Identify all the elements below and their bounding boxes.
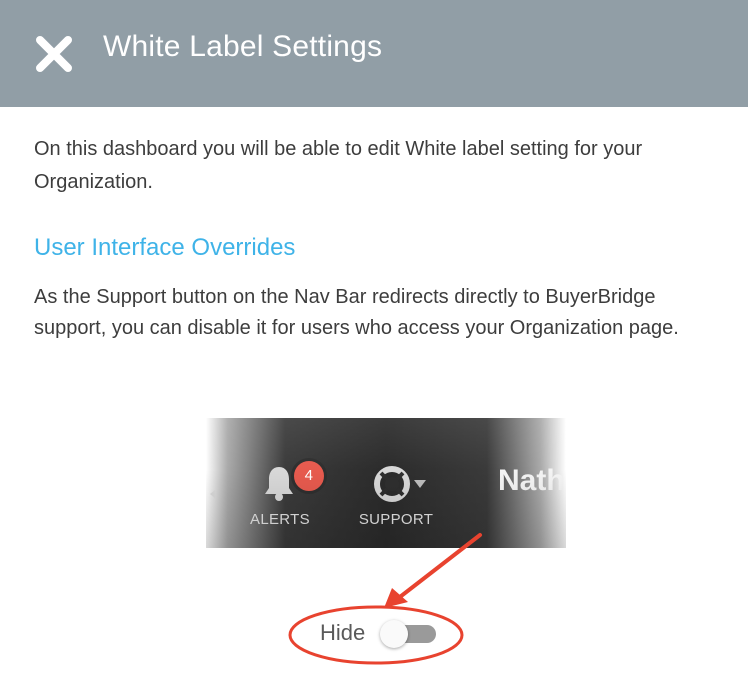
alerts-label: ALERTS [250,511,310,528]
modal-title: White Label Settings [103,30,383,63]
intro-text: On this dashboard you will be able to ed… [34,138,643,193]
section-description: As the Support button on the Nav Bar red… [34,286,679,339]
nav-support: SUPPORT [356,458,436,548]
close-button[interactable] [34,34,74,74]
modal-header: White Label Settings [0,0,748,107]
hide-support-toggle[interactable] [380,620,438,648]
user-name-partial: Nath [498,464,565,497]
navbar-preview-image: 4 ALERTS SUPPORT Nath [206,418,566,548]
nav-alerts: 4 ALERTS [244,458,327,548]
hide-toggle-label: Hide [320,620,366,645]
lifebuoy-icon [374,466,410,502]
chevron-left-icon [210,489,216,499]
close-icon [36,36,72,72]
section-title: User Interface Overrides [34,234,296,261]
alerts-badge: 4 [291,458,327,494]
toggle-knob [380,620,408,648]
highlight-oval [288,605,464,665]
caret-down-icon [414,480,426,488]
support-label: SUPPORT [358,511,434,528]
